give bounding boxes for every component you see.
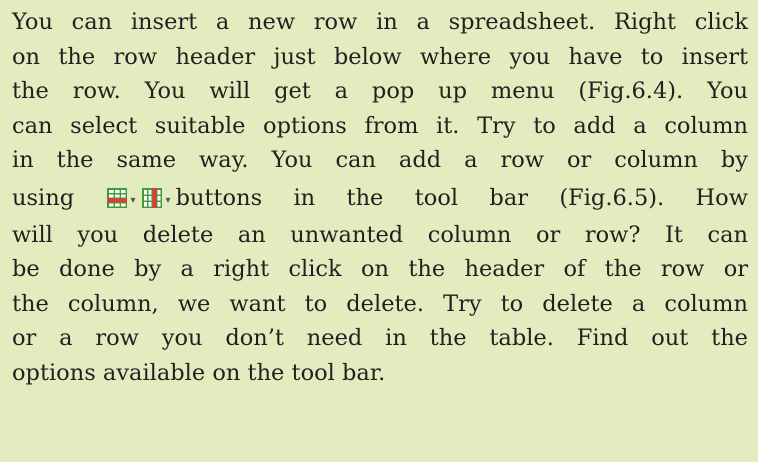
text-line-2: on the row header just below where you h… — [12, 43, 748, 70]
text-line-8: be done by a right click on the header o… — [12, 256, 748, 282]
text-line-7: will you delete an unwanted column or ro… — [12, 221, 748, 248]
chevron-down-icon: ▾ — [130, 194, 136, 206]
text-line-11: options available on the tool bar. — [12, 359, 386, 386]
text-line-1: You can insert a new row in a spreadshee… — [12, 9, 748, 35]
insert-column-icon — [141, 185, 163, 211]
text-line-6-toolbar: using ▾ ▾ buttons in the tool bar (Fig.6… — [12, 178, 748, 218]
toolbar-line-after: buttons in the tool bar (Fig.6.5). How — [175, 184, 748, 211]
text-line-10: or a row you don’t need in the table. Fi… — [12, 325, 748, 351]
toolbar-line-before: using — [12, 184, 75, 211]
insert-row-icon — [106, 185, 128, 211]
text-line-4: can select suitable options from it. Try… — [12, 112, 748, 139]
text-line-3: the row. You will get a pop up menu (Fig… — [12, 78, 748, 104]
chevron-down-icon: ▾ — [165, 194, 171, 206]
text-line-9: the column, we want to delete. Try to de… — [12, 290, 748, 317]
text-line-5: in the same way. You can add a row or co… — [12, 147, 748, 173]
text-page: You can insert a new row in a spreadshee… — [0, 0, 758, 462]
